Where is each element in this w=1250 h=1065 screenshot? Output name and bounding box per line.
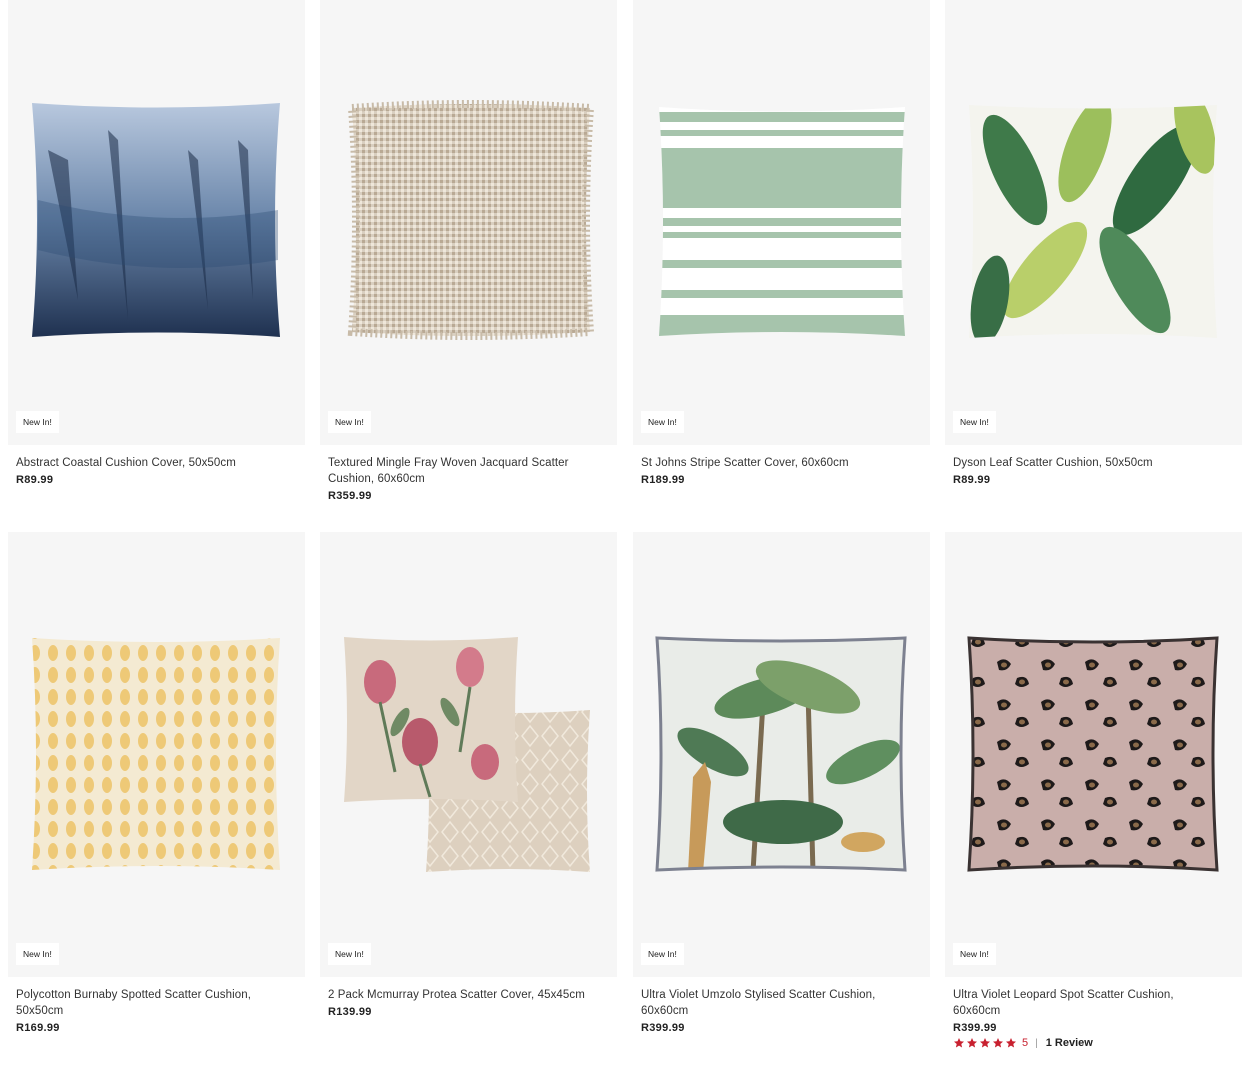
product-price: R139.99: [328, 1006, 372, 1018]
new-in-badge: New In!: [953, 411, 996, 433]
product-image[interactable]: New In!: [633, 0, 930, 445]
product-image[interactable]: New In!: [8, 532, 305, 977]
product-name[interactable]: Textured Mingle Fray Woven Jacquard Scat…: [320, 455, 617, 487]
product-image[interactable]: New In!: [633, 532, 930, 977]
product-card[interactable]: New In! Textured Mingle Fray Woven Jacqu…: [320, 0, 617, 502]
product-card[interactable]: New In! Abstract Coastal Cushion Cover, …: [8, 0, 305, 486]
product-card[interactable]: New In! Polycotton Burnaby Spotted Scatt…: [8, 532, 305, 1034]
new-in-badge: New In!: [16, 943, 59, 965]
star-icon: [1006, 1038, 1016, 1048]
product-card[interactable]: New In! Ultra Violet Umzolo Stylised Sca…: [633, 532, 930, 1034]
cushion-abstract-blue-image: [32, 103, 280, 337]
star-rating: [953, 1037, 1017, 1049]
product-price: R89.99: [16, 474, 54, 486]
cushion-spotted-yellow-image: [32, 638, 280, 870]
cushion-jungle-giraffe-image: [655, 636, 907, 872]
product-card[interactable]: New In! 2 Pack Mcmurray Protea Scatter C…: [320, 532, 617, 1018]
product-price: R189.99: [641, 474, 685, 486]
star-icon: [993, 1038, 1003, 1048]
product-name[interactable]: St Johns Stripe Scatter Cover, 60x60cm: [633, 455, 930, 471]
product-name[interactable]: Polycotton Burnaby Spotted Scatter Cushi…: [8, 987, 305, 1019]
cushion-protea-pair-image: [344, 637, 590, 872]
product-price: R169.99: [16, 1022, 60, 1034]
product-price: R359.99: [328, 490, 372, 502]
product-price: R399.99: [953, 1022, 997, 1034]
cushion-textured-fray-image: [347, 100, 595, 340]
product-card[interactable]: New In! Ultra Violet Leopard Spot Scatte…: [945, 532, 1242, 1049]
new-in-badge: New In!: [641, 411, 684, 433]
new-in-badge: New In!: [953, 943, 996, 965]
product-name[interactable]: Ultra Violet Umzolo Stylised Scatter Cus…: [633, 987, 930, 1019]
product-name[interactable]: 2 Pack Mcmurray Protea Scatter Cover, 45…: [320, 987, 617, 1003]
product-name[interactable]: Ultra Violet Leopard Spot Scatter Cushio…: [945, 987, 1242, 1019]
product-name[interactable]: Dyson Leaf Scatter Cushion, 50x50cm: [945, 455, 1242, 471]
product-card[interactable]: New In! Dyson Leaf Scatter Cushion, 50x5…: [945, 0, 1242, 486]
review-count-link[interactable]: 1 Review: [1046, 1037, 1093, 1049]
product-card[interactable]: New In! St Johns Stripe Scatter Cover, 6…: [633, 0, 930, 486]
product-price: R89.99: [953, 474, 991, 486]
product-image[interactable]: New In!: [945, 532, 1242, 977]
cushion-stripe-green-image: [659, 107, 905, 336]
product-image[interactable]: New In!: [320, 532, 617, 977]
new-in-badge: New In!: [328, 943, 371, 965]
product-rating[interactable]: 5 | 1 Review: [945, 1037, 1242, 1049]
star-icon: [954, 1038, 964, 1048]
new-in-badge: New In!: [328, 411, 371, 433]
product-image[interactable]: New In!: [945, 0, 1242, 445]
star-icon: [967, 1038, 977, 1048]
product-image[interactable]: New In!: [320, 0, 617, 445]
rating-value: 5: [1022, 1037, 1029, 1049]
product-name[interactable]: Abstract Coastal Cushion Cover, 50x50cm: [8, 455, 305, 471]
cushion-leaf-print-image: [969, 105, 1217, 338]
star-icon: [980, 1038, 990, 1048]
product-grid: New In! Abstract Coastal Cushion Cover, …: [0, 0, 1250, 1065]
new-in-badge: New In!: [641, 943, 684, 965]
cushion-leopard-print-image: [967, 636, 1219, 872]
product-image[interactable]: New In!: [8, 0, 305, 445]
rating-separator: |: [1035, 1037, 1038, 1049]
new-in-badge: New In!: [16, 411, 59, 433]
product-price: R399.99: [641, 1022, 685, 1034]
